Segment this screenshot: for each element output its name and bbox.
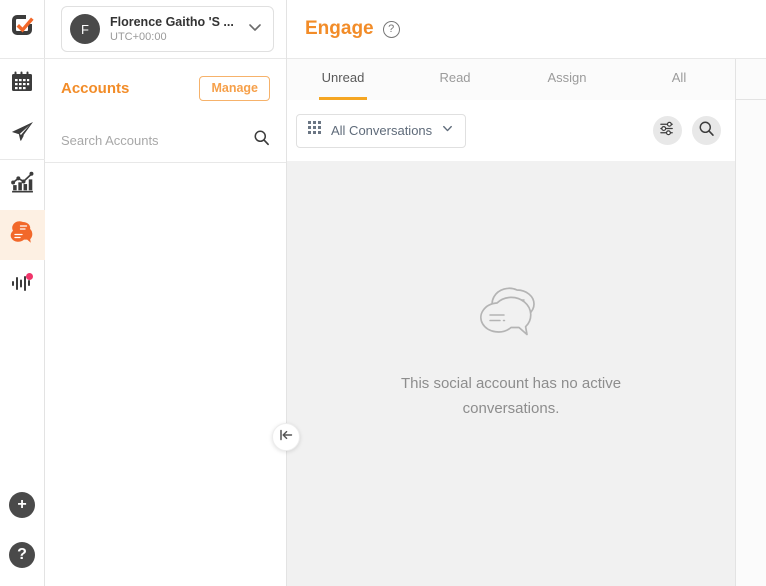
collapse-left-icon bbox=[278, 427, 294, 448]
avatar-initial: F bbox=[81, 21, 89, 37]
rail-bottom-actions: + ? bbox=[9, 492, 35, 568]
avatar: F bbox=[70, 14, 100, 44]
manage-accounts-button[interactable]: Manage bbox=[199, 76, 270, 101]
account-name: Florence Gaitho 'S ... bbox=[110, 14, 234, 29]
chat-bubbles-outline-icon bbox=[473, 287, 549, 352]
plus-icon: + bbox=[17, 496, 27, 513]
engage-tabs: Unread Read Assign All bbox=[287, 59, 736, 100]
sidebar-item-listening[interactable] bbox=[0, 260, 45, 310]
left-nav-rail: + ? bbox=[0, 0, 45, 586]
grid-apps-icon bbox=[308, 121, 322, 140]
account-text-block: Florence Gaitho 'S ... UTC+00:00 bbox=[110, 14, 237, 45]
calendar-icon bbox=[10, 70, 34, 99]
account-timezone: UTC+00:00 bbox=[110, 30, 167, 43]
engage-app-window: + ? F Florence Gaitho 'S ... UTC+00:00 A… bbox=[0, 0, 766, 586]
sidebar-item-engage[interactable] bbox=[0, 210, 45, 260]
sidebar-item-analytics[interactable] bbox=[0, 160, 45, 210]
filter-settings-button[interactable] bbox=[653, 116, 682, 145]
accounts-panel: F Florence Gaitho 'S ... UTC+00:00 Accou… bbox=[45, 0, 300, 586]
notification-badge-dot bbox=[25, 273, 33, 280]
conversation-list: This social account has no active conver… bbox=[287, 161, 736, 586]
filter-bar-row: All Conversations bbox=[287, 100, 766, 161]
filter-action-buttons bbox=[653, 116, 721, 145]
search-accounts-input[interactable] bbox=[61, 132, 241, 148]
engage-tabs-row: Unread Read Assign All bbox=[287, 59, 766, 100]
conversation-filter-dropdown[interactable]: All Conversations bbox=[296, 113, 467, 148]
account-switcher-container: F Florence Gaitho 'S ... UTC+00:00 bbox=[45, 0, 286, 59]
conversation-filter-label: All Conversations bbox=[331, 123, 433, 138]
accounts-search-row bbox=[45, 118, 286, 163]
filter-bar-tail-spacer bbox=[736, 100, 766, 161]
chat-bubbles-icon bbox=[9, 220, 35, 251]
filter-sliders-icon bbox=[659, 120, 676, 142]
engage-body: This social account has no active conver… bbox=[287, 161, 766, 586]
tab-assign[interactable]: Assign bbox=[511, 59, 623, 100]
question-mark-icon: ? bbox=[17, 546, 27, 563]
chevron-down-icon[interactable] bbox=[247, 19, 263, 40]
compose-new-button[interactable]: + bbox=[9, 492, 35, 518]
engage-filter-bar: All Conversations bbox=[287, 100, 736, 161]
sidebar-item-publish-calendar[interactable] bbox=[0, 59, 45, 109]
empty-state-text: This social account has no active conver… bbox=[396, 371, 626, 421]
tab-unread[interactable]: Unread bbox=[287, 59, 399, 100]
tab-read[interactable]: Read bbox=[399, 59, 511, 100]
search-icon bbox=[698, 120, 715, 142]
sidebar-item-send[interactable] bbox=[0, 109, 45, 159]
empty-state-line-1: This social account has no bbox=[400, 375, 578, 392]
accounts-header: Accounts Manage bbox=[45, 59, 286, 118]
conversation-search-button[interactable] bbox=[692, 116, 721, 145]
page-title: Engage bbox=[305, 18, 374, 39]
chevron-down-icon bbox=[441, 122, 454, 140]
search-icon[interactable] bbox=[253, 129, 270, 151]
analytics-bar-chart-icon bbox=[10, 170, 35, 200]
paper-plane-icon bbox=[10, 119, 35, 149]
help-button[interactable]: ? bbox=[9, 542, 35, 568]
collapse-panel-button[interactable] bbox=[272, 423, 300, 451]
tab-all[interactable]: All bbox=[623, 59, 735, 100]
app-logo[interactable] bbox=[9, 12, 36, 44]
engage-header: Engage ? bbox=[287, 0, 766, 59]
conversation-detail-pane bbox=[736, 161, 766, 586]
account-switcher[interactable]: F Florence Gaitho 'S ... UTC+00:00 bbox=[61, 6, 274, 52]
accounts-title: Accounts bbox=[61, 80, 130, 97]
engage-main: Engage ? Unread Read Assign All All Conv… bbox=[287, 0, 766, 586]
help-circle-icon[interactable]: ? bbox=[382, 20, 400, 38]
empty-state: This social account has no active conver… bbox=[396, 286, 626, 421]
accounts-list bbox=[45, 163, 286, 586]
tabs-tail-spacer bbox=[736, 59, 766, 99]
